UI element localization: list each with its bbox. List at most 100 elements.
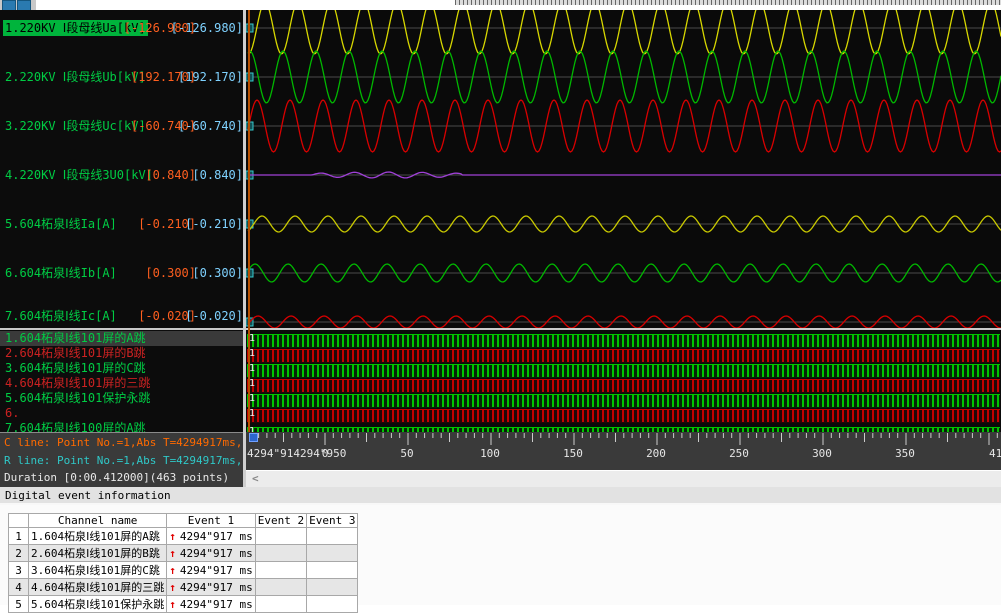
- cursor-position-marker[interactable]: [249, 433, 258, 442]
- digital-status-bar: [247, 349, 1000, 363]
- event-row-number: 4: [9, 579, 29, 596]
- time-axis-label: 4294"914294"950: [247, 447, 346, 460]
- scroll-left-icon[interactable]: <: [252, 472, 259, 485]
- rising-edge-icon: ↑: [169, 598, 176, 611]
- event-channel-name: 2.604柘泉Ⅰ线101屏的B跳: [29, 545, 167, 562]
- event-time: 4294"917 ms: [180, 547, 253, 560]
- event-section-header: Digital event information: [0, 487, 1001, 505]
- event3-cell: [307, 528, 358, 545]
- rising-edge-icon: ↑: [169, 564, 176, 577]
- analog-channel-list: 1.220KV Ⅰ段母线Ua[kV][-126.980][-126.980] 2.…: [0, 10, 247, 328]
- event-table-row[interactable]: 33.604柘泉Ⅰ线101屏的C跳↑ 4294"917 ms: [9, 562, 358, 579]
- waveform-plot[interactable]: [246, 10, 1001, 328]
- event-row-number: 5: [9, 596, 29, 613]
- time-axis-label: 250: [729, 447, 749, 460]
- event3-cell: [307, 545, 358, 562]
- digital-channel-row[interactable]: 6.: [0, 406, 247, 421]
- event3-cell: [307, 579, 358, 596]
- event-table-row[interactable]: 44.604柘泉Ⅰ线101屏的三跳↑4294"917 ms: [9, 579, 358, 596]
- analog-channel-label[interactable]: 2.220KV Ⅰ段母线Ub[kV]: [5, 69, 146, 85]
- cursor-value-2: [0.300]: [192, 265, 243, 281]
- event-table-header-cell: Event 2: [255, 514, 306, 528]
- cursor-value-1: [0.300]: [145, 265, 196, 281]
- digital-channel-row[interactable]: 1.604柘泉Ⅰ线101屏的A跳: [0, 331, 247, 346]
- digital-status-bar: [247, 364, 1000, 378]
- event-row-number: 3: [9, 562, 29, 579]
- analog-channel-row[interactable]: 2.220KV Ⅰ段母线Ub[kV][192.170][192.170]: [0, 69, 247, 85]
- event2-cell: [255, 545, 306, 562]
- digital-channel-row[interactable]: 5.604柘泉Ⅰ线101保护永跳: [0, 391, 247, 406]
- time-axis-label: 200: [646, 447, 666, 460]
- event2-cell: [255, 579, 306, 596]
- event-table-row[interactable]: 22.604柘泉Ⅰ线101屏的B跳↑ 4294"917 ms: [9, 545, 358, 562]
- channel-panel: 1.220KV Ⅰ段母线Ua[kV][-126.980][-126.980] 2.…: [0, 10, 247, 487]
- event-row-number: 1: [9, 528, 29, 545]
- digital-channel-row[interactable]: 2.604柘泉Ⅰ线101屏的B跳: [0, 346, 247, 361]
- cursor-value-2: [-0.210]: [185, 216, 243, 232]
- cursor-status-panel: C line: Point No.=1,Abs T=4294917ms, Rel…: [0, 432, 247, 488]
- analog-channel-row[interactable]: 4.220KV Ⅰ段母线3U0[kV][0.840][0.840]: [0, 167, 247, 183]
- event-table-header-cell: Channel name: [29, 514, 167, 528]
- horizontal-scrollbar[interactable]: <: [246, 470, 1001, 488]
- analog-channel-row[interactable]: 5.604柘泉Ⅰ线Ia[A][-0.210][-0.210]: [0, 216, 247, 232]
- event-channel-name: 3.604柘泉Ⅰ线101屏的C跳: [29, 562, 167, 579]
- event-row-number: 2: [9, 545, 29, 562]
- digital-status-bar: [247, 379, 1000, 393]
- event-table-header-cell: Event 3: [307, 514, 358, 528]
- event1-cell: ↑ 4294"917 ms: [167, 596, 255, 613]
- analog-channel-label[interactable]: 6.604柘泉Ⅰ线Ib[A]: [5, 265, 117, 281]
- event2-cell: [255, 528, 306, 545]
- event1-cell: ↑ 4294"917 ms: [167, 545, 255, 562]
- event-table-row[interactable]: 11.604柘泉Ⅰ线101屏的A跳↑4294"917 ms: [9, 528, 358, 545]
- c-cursor-line[interactable]: [248, 10, 250, 432]
- digital-bars-area[interactable]: 1111111: [246, 330, 1001, 432]
- event2-cell: [255, 562, 306, 579]
- rising-edge-icon: ↑: [169, 581, 176, 594]
- analog-channel-row[interactable]: 6.604柘泉Ⅰ线Ib[A] [0.300][0.300]: [0, 265, 247, 281]
- cursor-value-2: [0.840]: [192, 167, 243, 183]
- waveform-trace: [248, 10, 1001, 54]
- titlebar-text-strip: [455, 0, 1001, 5]
- event3-cell: [307, 596, 358, 613]
- event-table-header-cell: [9, 514, 29, 528]
- event-time: 4294"917 ms: [180, 598, 253, 611]
- analog-channel-row[interactable]: 7.604柘泉Ⅰ线Ic[A][-0.020][-0.020]: [0, 308, 247, 324]
- digital-channel-row[interactable]: 3.604柘泉Ⅰ线101屏的C跳: [0, 361, 247, 376]
- digital-status-bar: [247, 394, 1000, 408]
- event1-cell: ↑4294"917 ms: [167, 579, 255, 596]
- digital-status-bar: [247, 334, 1000, 348]
- time-axis-label: 300: [812, 447, 832, 460]
- event1-cell: ↑4294"917 ms: [167, 528, 255, 545]
- event2-cell: [255, 596, 306, 613]
- analog-channel-label[interactable]: 4.220KV Ⅰ段母线3U0[kV]: [5, 167, 153, 183]
- digital-event-table: Channel nameEvent 1Event 2Event 3 11.604…: [8, 513, 358, 613]
- time-axis[interactable]: 4294"914294"95005010015020025030035041: [246, 432, 1001, 470]
- c-cursor-status: C line: Point No.=1,Abs T=4294917ms, Rel…: [4, 436, 247, 449]
- cursor-value-2: [-0.020]: [185, 308, 243, 324]
- analog-channel-label[interactable]: 5.604柘泉Ⅰ线Ia[A]: [5, 216, 117, 232]
- event-channel-name: 4.604柘泉Ⅰ线101屏的三跳: [29, 579, 167, 596]
- cursor-value-2: [192.170]: [178, 69, 243, 85]
- event-table-panel: Channel nameEvent 1Event 2Event 3 11.604…: [0, 505, 1001, 605]
- analog-channel-row[interactable]: 1.220KV Ⅰ段母线Ua[kV][-126.980][-126.980]: [0, 20, 247, 36]
- analog-channel-label[interactable]: 3.220KV Ⅰ段母线Uc[kV]: [5, 118, 146, 134]
- digital-channel-row[interactable]: 4.604柘泉Ⅰ线101屏的三跳: [0, 376, 247, 391]
- event3-cell: [307, 562, 358, 579]
- r-cursor-status: R line: Point No.=1,Abs T=4294917ms, Rel…: [4, 454, 247, 467]
- cursor-value-2: [-60.740]: [178, 118, 243, 134]
- event-table-row[interactable]: 55.604柘泉Ⅰ线101保护永跳↑ 4294"917 ms: [9, 596, 358, 613]
- digital-channel-list: 1.604柘泉Ⅰ线101屏的A跳2.604柘泉Ⅰ线101屏的B跳3.604柘泉Ⅰ…: [0, 328, 247, 433]
- cursor-value-2: [-126.980]: [171, 20, 243, 36]
- fault-waveform-analyzer: { "titlebar": { "icons": ["toolbar-icon-…: [0, 0, 1001, 605]
- time-axis-label: 41: [989, 447, 1001, 460]
- cursor-value-1: [0.840]: [145, 167, 196, 183]
- event-channel-name: 5.604柘泉Ⅰ线101保护永跳: [29, 596, 167, 613]
- time-axis-label: 100: [480, 447, 500, 460]
- time-axis-label: 350: [895, 447, 915, 460]
- analog-channel-label[interactable]: 7.604柘泉Ⅰ线Ic[A]: [5, 308, 117, 324]
- analog-channel-row[interactable]: 3.220KV Ⅰ段母线Uc[kV][-60.740][-60.740]: [0, 118, 247, 134]
- event-time: 4294"917 ms: [180, 564, 253, 577]
- duration-status: Duration [0:00.412000](463 points): [4, 471, 229, 484]
- time-axis-label: 150: [563, 447, 583, 460]
- rising-edge-icon: ↑: [169, 547, 176, 560]
